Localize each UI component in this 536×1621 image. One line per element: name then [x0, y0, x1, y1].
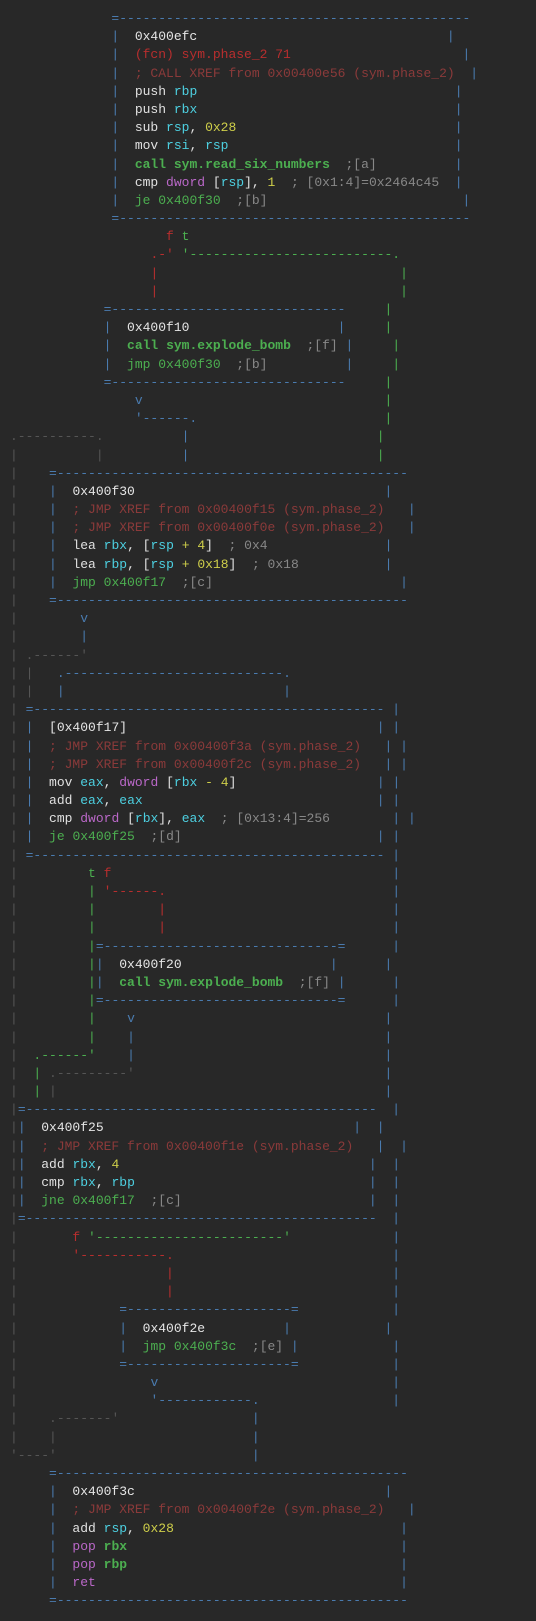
addr: 0x400f3c — [72, 1484, 134, 1499]
xref: ; JMP XREF from 0x00400f15 (sym.phase_2) — [72, 502, 384, 517]
addr: [0x400f17] — [49, 720, 127, 735]
xref: ; JMP XREF from 0x00400f2e (sym.phase_2) — [72, 1502, 384, 1517]
xref: ; JMP XREF from 0x00400f1e (sym.phase_2) — [41, 1139, 353, 1154]
addr: 0x400efc — [135, 29, 197, 44]
cfg-view: =---------------------------------------… — [0, 0, 536, 1621]
addr: 0x400f10 — [127, 320, 189, 335]
addr: 0x400f2e — [143, 1321, 205, 1336]
call-explode: call — [127, 338, 158, 353]
xref: ; JMP XREF from 0x00400f0e (sym.phase_2) — [72, 520, 384, 535]
addr: 0x400f25 — [41, 1120, 103, 1135]
addr: 0x400f30 — [72, 484, 134, 499]
call-read-six: call — [135, 157, 166, 172]
xref: ; CALL XREF from 0x00400e56 (sym.phase_2… — [135, 66, 455, 81]
xref: ; JMP XREF from 0x00400f3a (sym.phase_2) — [49, 739, 361, 754]
fn-decl: (fcn) sym.phase_2 71 — [135, 47, 291, 62]
addr: 0x400f20 — [119, 957, 181, 972]
xref: ; JMP XREF from 0x00400f2c (sym.phase_2) — [49, 757, 361, 772]
call-explode: call — [119, 975, 150, 990]
